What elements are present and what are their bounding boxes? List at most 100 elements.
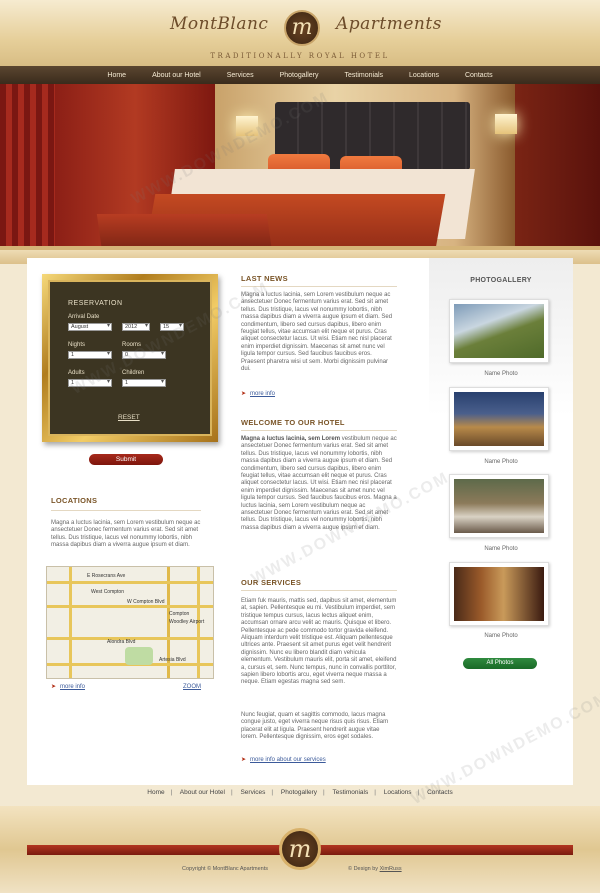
nights-select[interactable]: 1 (68, 351, 112, 359)
footer: m Copyright © MontBlanc Apartments © Des… (0, 806, 600, 893)
designer-link[interactable]: XimRuss (380, 866, 402, 872)
photo-name: Name Photo (484, 633, 518, 639)
copyright: Copyright © MontBlanc Apartments (182, 866, 268, 872)
separator: | (170, 789, 173, 796)
hero-image (0, 84, 600, 250)
lamp-left (236, 116, 258, 136)
map-park (125, 647, 153, 665)
photo-name: Name Photo (484, 459, 518, 465)
nav-testimonials[interactable]: Testimonials (345, 72, 384, 79)
news-heading: LAST NEWS (241, 274, 288, 283)
main-nav: Home About our Hotel Services Photogalle… (0, 66, 600, 84)
news-text: Magna a luctus lacinia, sem Lorem vestib… (241, 292, 393, 373)
left-column: RESERVATION Arrival Date August 2012 15 … (27, 258, 227, 785)
map-more-info-link[interactable]: more info (60, 684, 85, 690)
map-label: Woodley Airport (169, 619, 205, 625)
bench (96, 214, 274, 250)
children-select[interactable]: 1 (122, 379, 166, 387)
separator: | (374, 789, 376, 796)
map-label: Artesia Blvd (159, 657, 186, 663)
logo[interactable]: m (284, 10, 320, 46)
reset-link[interactable]: RESET (118, 414, 140, 421)
design-credit: © Design by XimRuss (348, 866, 402, 872)
separator: | (271, 789, 274, 796)
nav-photogallery[interactable]: Photogallery (280, 72, 319, 79)
footer-nav-services[interactable]: Services (240, 789, 265, 796)
welcome-heading: WELCOME TO OUR HOTEL (241, 418, 345, 427)
map-road (47, 581, 213, 584)
gallery-thumb[interactable] (449, 474, 549, 538)
arrival-day-select[interactable]: 15 (160, 323, 184, 331)
divider (51, 510, 201, 511)
separator: | (417, 789, 420, 796)
lamp-right (495, 114, 517, 134)
rooms-label: Rooms (122, 342, 142, 348)
services-text-2: Nunc feugiat, quam et sagittis commodo, … (241, 712, 389, 741)
nav-locations[interactable]: Locations (409, 72, 439, 79)
submit-button[interactable]: Submit (89, 454, 163, 465)
arrival-month-select[interactable]: August (68, 323, 112, 331)
photo-restaurant (454, 479, 544, 533)
services-text: Etiam fuk mauris, mattis sed, dapibus si… (241, 598, 397, 686)
footer-nav-home[interactable]: Home (147, 789, 164, 796)
brand-name-left: MontBlanc (170, 14, 269, 34)
adults-label: Adults (68, 370, 85, 376)
curtain-left (0, 84, 55, 250)
map-label: E Rosecrans Ave (87, 573, 126, 579)
design-prefix: © Design by (348, 866, 380, 872)
news-more-info-link[interactable]: more info (250, 391, 275, 397)
reservation-form: RESERVATION Arrival Date August 2012 15 … (48, 280, 212, 436)
separator: | (323, 789, 325, 796)
photo-lobby (454, 567, 544, 621)
divider (241, 286, 397, 287)
photo-name: Name Photo (484, 371, 518, 377)
photo-name: Name Photo (484, 546, 518, 552)
welcome-text: Magna a luctus lacinia, sem Lorem vestib… (241, 436, 397, 532)
nav-about[interactable]: About our Hotel (152, 72, 201, 79)
arrow-right-icon: ➤ (241, 757, 247, 763)
services-more-info-link[interactable]: more info about our services (250, 757, 326, 763)
divider (241, 590, 397, 591)
location-map[interactable]: E Rosecrans Ave West Compton W Compton B… (46, 566, 214, 679)
footer-nav-locations[interactable]: Locations (384, 789, 412, 796)
middle-column: LAST NEWS Magna a luctus lacinia, sem Lo… (240, 258, 440, 785)
gallery-thumb[interactable] (449, 387, 549, 451)
gallery-thumb[interactable] (449, 299, 549, 363)
footer-logo[interactable]: m (279, 828, 321, 870)
welcome-lead: Magna a luctus lacinia, sem Lorem (241, 436, 341, 442)
nights-label: Nights (68, 342, 86, 348)
reservation-frame: RESERVATION Arrival Date August 2012 15 … (42, 274, 218, 442)
footer-nav-testimonials[interactable]: Testimonials (332, 789, 368, 796)
divider (241, 430, 397, 431)
tagline: TRADITIONALLY ROYAL HOTEL (210, 52, 390, 60)
brand-name-right: Apartments (336, 14, 442, 34)
services-heading: OUR SERVICES (241, 578, 302, 587)
welcome-body: vestibulum neque ac ansectetuer Donec fe… (241, 436, 397, 531)
footer-nav-photogallery[interactable]: Photogallery (281, 789, 317, 796)
photo-arcade-night (454, 392, 544, 446)
photo-mountain-lamp (454, 304, 544, 358)
nav-contacts[interactable]: Contacts (465, 72, 493, 79)
arrow-right-icon: ➤ (51, 684, 57, 690)
arrival-year-select[interactable]: 2012 (122, 323, 150, 331)
all-photos-button[interactable]: All Photos (463, 658, 537, 669)
footer-nav-contacts[interactable]: Contacts (427, 789, 453, 796)
main-content: RESERVATION Arrival Date August 2012 15 … (27, 258, 573, 785)
curtain-right (515, 84, 600, 250)
nav-services[interactable]: Services (227, 72, 254, 79)
children-label: Children (122, 370, 145, 376)
header: MontBlanc m Apartments TRADITIONALLY ROY… (0, 0, 600, 66)
gallery-thumb[interactable] (449, 562, 549, 626)
map-zoom-link[interactable]: ZOOM (183, 684, 201, 690)
right-column: PHOTOGALLERY Name Photo Name Photo Name … (429, 258, 573, 785)
separator: | (230, 789, 233, 796)
arrival-date-label: Arrival Date (68, 314, 100, 320)
rooms-select[interactable]: 0 (122, 351, 166, 359)
locations-text: Magna a luctus lacinia, sem Lorem vestib… (51, 520, 201, 549)
footer-nav-about[interactable]: About our Hotel (180, 789, 225, 796)
map-label: W Compton Blvd (127, 599, 165, 605)
adults-select[interactable]: 1 (68, 379, 112, 387)
nav-home[interactable]: Home (107, 72, 126, 79)
photogallery-heading: PHOTOGALLERY (470, 277, 532, 284)
reservation-title: RESERVATION (68, 300, 123, 307)
